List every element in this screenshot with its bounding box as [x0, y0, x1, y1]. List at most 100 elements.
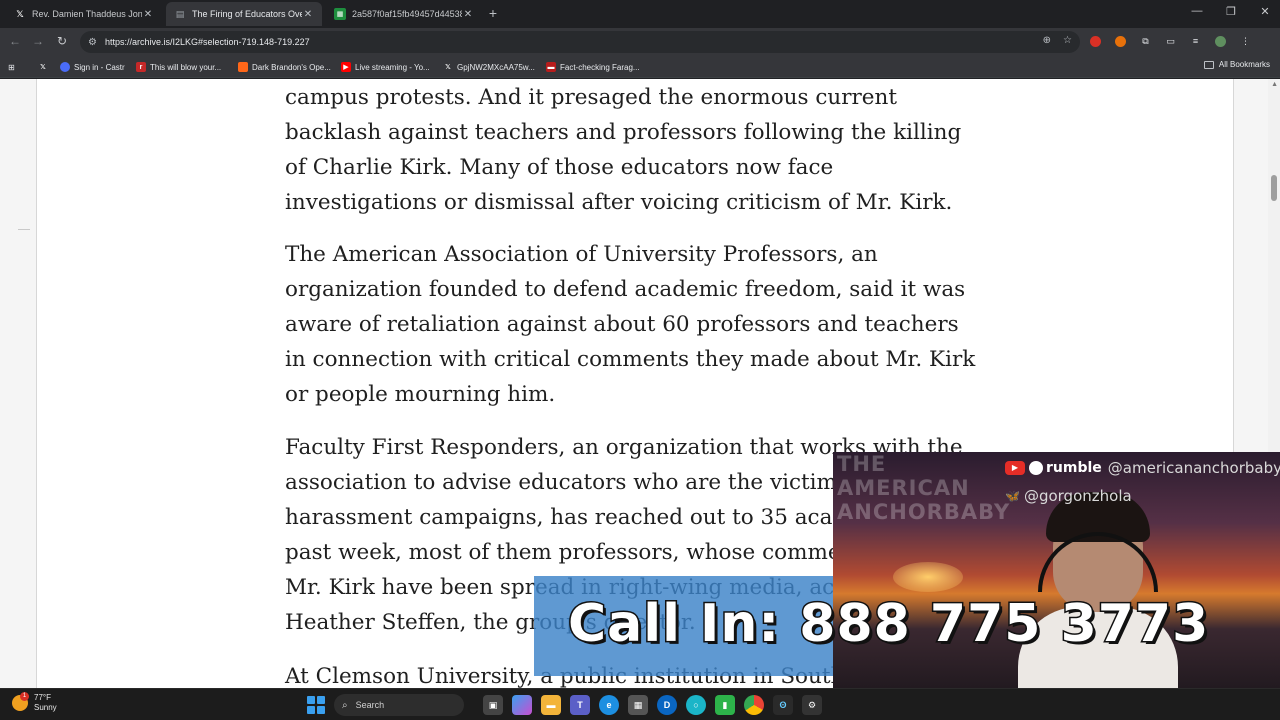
x-logo-icon: 𝕏: [16, 8, 24, 19]
tab-firing-of-educators[interactable]: ▤ The Firing of Educators Over Ki ✕: [166, 2, 322, 26]
settings-icon[interactable]: ⚙: [802, 695, 822, 715]
sheet-icon: ▦: [334, 8, 346, 20]
media-icon[interactable]: ≡: [1190, 36, 1201, 47]
bookmark-live-streaming[interactable]: ▶ Live streaming - Yo...: [341, 60, 430, 74]
extension-orange-icon[interactable]: [1115, 36, 1126, 47]
folder-icon: [1203, 60, 1214, 69]
extensions-puzzle-icon[interactable]: ⧉: [1140, 36, 1151, 47]
brand-line: THE: [837, 452, 887, 476]
all-bookmarks-button[interactable]: All Bookmarks: [1203, 60, 1270, 69]
extension-red-icon[interactable]: [1090, 36, 1101, 47]
edge-icon[interactable]: e: [599, 695, 619, 715]
bookmark-label: Dark Brandon's Ope...: [252, 62, 331, 72]
side-divider: [18, 229, 30, 230]
close-icon[interactable]: ✕: [142, 9, 154, 20]
brand-line: ANCHORBABY: [837, 500, 1011, 524]
castr-icon: [60, 62, 70, 72]
scroll-up-icon[interactable]: ▲: [1271, 81, 1278, 88]
close-icon[interactable]: ✕: [302, 9, 314, 20]
minimize-icon[interactable]: —: [1190, 5, 1204, 18]
copilot-icon[interactable]: [512, 695, 532, 715]
brand-line: AMERICAN: [837, 476, 970, 500]
tab-spreadsheet[interactable]: ▦ 2a587f0af15fb49457d44538c4 ✕: [326, 2, 482, 26]
search-icon: ⌕: [342, 699, 348, 711]
social-handles: ▶ rumble @americananchorbaby 🦋 @gorgonzh…: [1005, 454, 1280, 510]
substack-icon: [238, 62, 248, 72]
bookmark-castr[interactable]: Sign in - Castr: [60, 60, 125, 74]
zoom-icon[interactable]: ⊕: [1043, 35, 1051, 46]
article-paragraph: The American Association of University P…: [285, 242, 976, 407]
cast-icon[interactable]: ▭: [1165, 36, 1176, 47]
handle-row-secondary: 🦋 @gorgonzhola: [1005, 482, 1280, 510]
menu-kebab-icon[interactable]: ⋮: [1240, 36, 1251, 47]
bookmark-blow-your-mind[interactable]: r This will blow your...: [136, 60, 221, 74]
bookmark-fact-checking[interactable]: ▬ Fact-checking Farag...: [546, 60, 640, 74]
url-text: https://archive.is/I2LKG#selection-719.1…: [104, 37, 310, 47]
x-logo-icon: 𝕏: [40, 64, 46, 71]
window-controls: — ❐ ✕: [1190, 5, 1272, 18]
dell-icon[interactable]: D: [657, 695, 677, 715]
social-handle: @gorgonzhola: [1023, 487, 1132, 505]
store-icon[interactable]: ▦: [628, 695, 648, 715]
tab-damien-jones[interactable]: 𝕏 Rev. Damien Thaddeus Jones o ✕: [6, 2, 162, 26]
teams-icon[interactable]: T: [570, 695, 590, 715]
reload-icon[interactable]: ↻: [55, 34, 69, 48]
screen: 𝕏 Rev. Damien Thaddeus Jones o ✕ ▤ The F…: [0, 0, 1280, 720]
browser-toolbar: ← → ↻ ⚙ https://archive.is/I2LKG#selecti…: [0, 28, 1280, 56]
apps-grid-icon[interactable]: ⊞: [8, 60, 15, 74]
task-view-icon[interactable]: ▣: [483, 695, 503, 715]
scroll-thumb[interactable]: [1271, 175, 1277, 201]
bookmark-x-image[interactable]: 𝕏 GpjNW2MXcAA75w...: [443, 60, 535, 74]
bookmark-label: This will blow your...: [150, 62, 222, 72]
phone-link-icon[interactable]: ▮: [715, 695, 735, 715]
weather-condition: Sunny: [34, 703, 57, 712]
bookmark-label: Fact-checking Farag...: [560, 62, 640, 72]
news-icon: ▬: [546, 62, 556, 72]
bookmark-x[interactable]: 𝕏: [38, 60, 52, 74]
close-window-icon[interactable]: ✕: [1258, 5, 1272, 18]
show-brand: THE AMERICAN ANCHORBABY: [837, 452, 1010, 524]
channel-handle: @americananchorbaby: [1107, 459, 1280, 477]
windows-start-button[interactable]: [307, 696, 325, 714]
close-icon[interactable]: ✕: [462, 9, 474, 20]
weather-text: 77°F Sunny: [34, 693, 57, 713]
address-bar[interactable]: ⚙ https://archive.is/I2LKG#selection-719…: [80, 31, 1080, 53]
tab-strip: 𝕏 Rev. Damien Thaddeus Jones o ✕ ▤ The F…: [0, 0, 1280, 28]
back-icon[interactable]: ←: [8, 34, 22, 48]
bookmark-label: Sign in - Castr: [74, 62, 125, 72]
tab-title: The Firing of Educators Over Ki: [192, 9, 302, 19]
extension-icons: ⧉ ▭ ≡ ⋮: [1090, 36, 1251, 47]
weather-widget[interactable]: 1 77°F Sunny: [12, 692, 57, 713]
sun-weather-icon: 1: [12, 692, 29, 711]
all-bookmarks-label: All Bookmarks: [1218, 60, 1270, 69]
taskbar-search[interactable]: ⌕ Search: [334, 694, 464, 716]
site-info-icon[interactable]: ⚙: [88, 37, 97, 48]
rumble-icon: [1029, 461, 1043, 475]
circle-app-icon[interactable]: ○: [686, 695, 706, 715]
restore-icon[interactable]: ❐: [1224, 5, 1238, 18]
bookmarks-bar: ⊞ 𝕏 Sign in - Castr r This will blow you…: [0, 56, 1280, 78]
bookmark-dark-brandon[interactable]: Dark Brandon's Ope...: [238, 60, 331, 74]
bookmark-label: Live streaming - Yo...: [355, 62, 430, 72]
youtube-icon: ▶: [341, 62, 351, 72]
archive-icon: ▤: [175, 8, 185, 19]
streamer-video: [1018, 492, 1178, 688]
search-placeholder: Search: [355, 700, 385, 710]
pinned-apps: ▣ ▬ T e ▦ D ○ ▮ ʘ ⚙: [483, 695, 822, 715]
file-explorer-icon[interactable]: ▬: [541, 695, 561, 715]
bookmark-star-icon[interactable]: ☆: [1063, 35, 1072, 46]
bluesky-icon: 🦋: [1005, 489, 1020, 503]
temperature: 77°F: [34, 693, 51, 702]
tab-title: 2a587f0af15fb49457d44538c4: [352, 9, 462, 19]
speech-app-icon[interactable]: ʘ: [773, 695, 793, 715]
chrome-icon[interactable]: [744, 695, 764, 715]
notification-badge: 1: [20, 692, 29, 701]
bookmark-label: GpjNW2MXcAA75w...: [457, 62, 535, 72]
r-logo-icon: r: [136, 62, 146, 72]
tab-title: Rev. Damien Thaddeus Jones o: [32, 9, 142, 19]
profile-avatar[interactable]: [1215, 36, 1226, 47]
omnibox-actions: ⊕ ☆: [1043, 35, 1072, 46]
new-tab-button[interactable]: +: [485, 5, 501, 21]
forward-icon[interactable]: →: [31, 34, 45, 48]
handle-row-primary: ▶ rumble @americananchorbaby: [1005, 454, 1280, 482]
